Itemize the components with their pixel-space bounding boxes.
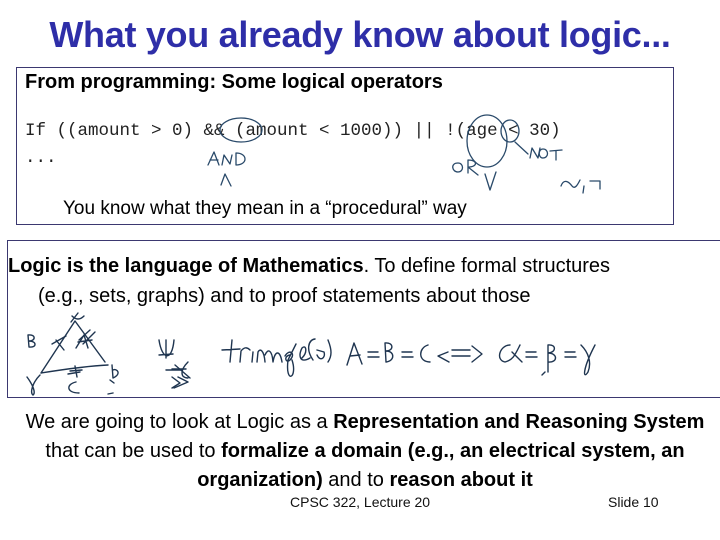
slide-title: What you already know about logic... bbox=[49, 14, 671, 55]
logic-mathematics-box: Logic is the language of Mathematics. To… bbox=[7, 240, 720, 398]
conclusion-bold-1: Representation and Reasoning System bbox=[333, 411, 705, 433]
programming-operators-box: From programming: Some logical operators… bbox=[16, 67, 674, 225]
conclusion-paragraph: We are going to look at Logic as a Repre… bbox=[20, 408, 710, 495]
footer-course-label: CPSC 322, Lecture 20 bbox=[290, 494, 431, 510]
box-heading: From programming: Some logical operators bbox=[25, 71, 443, 93]
procedural-note: You know what they mean in a “procedural… bbox=[63, 198, 467, 219]
logic-definition-line2: (e.g., sets, graphs) and to proof statem… bbox=[38, 285, 531, 307]
code-example: If ((amount > 0) && (amount < 1000)) || … bbox=[25, 121, 561, 141]
footer-slide-number: Slide 10 bbox=[608, 494, 659, 510]
logic-definition: Logic is the language of Mathematics. To… bbox=[8, 251, 708, 311]
conclusion-text-1: We are going to look at Logic as a bbox=[25, 411, 334, 433]
logic-definition-bold: Logic is the language of Mathematics bbox=[8, 255, 364, 277]
conclusion-bold-3: reason about it bbox=[389, 469, 533, 491]
conclusion-text-3: and to bbox=[322, 469, 390, 491]
code-ellipsis: ... bbox=[25, 148, 57, 168]
logic-definition-rest: . To define formal structures bbox=[363, 255, 611, 277]
conclusion-text-2: that can be used to bbox=[45, 440, 222, 462]
